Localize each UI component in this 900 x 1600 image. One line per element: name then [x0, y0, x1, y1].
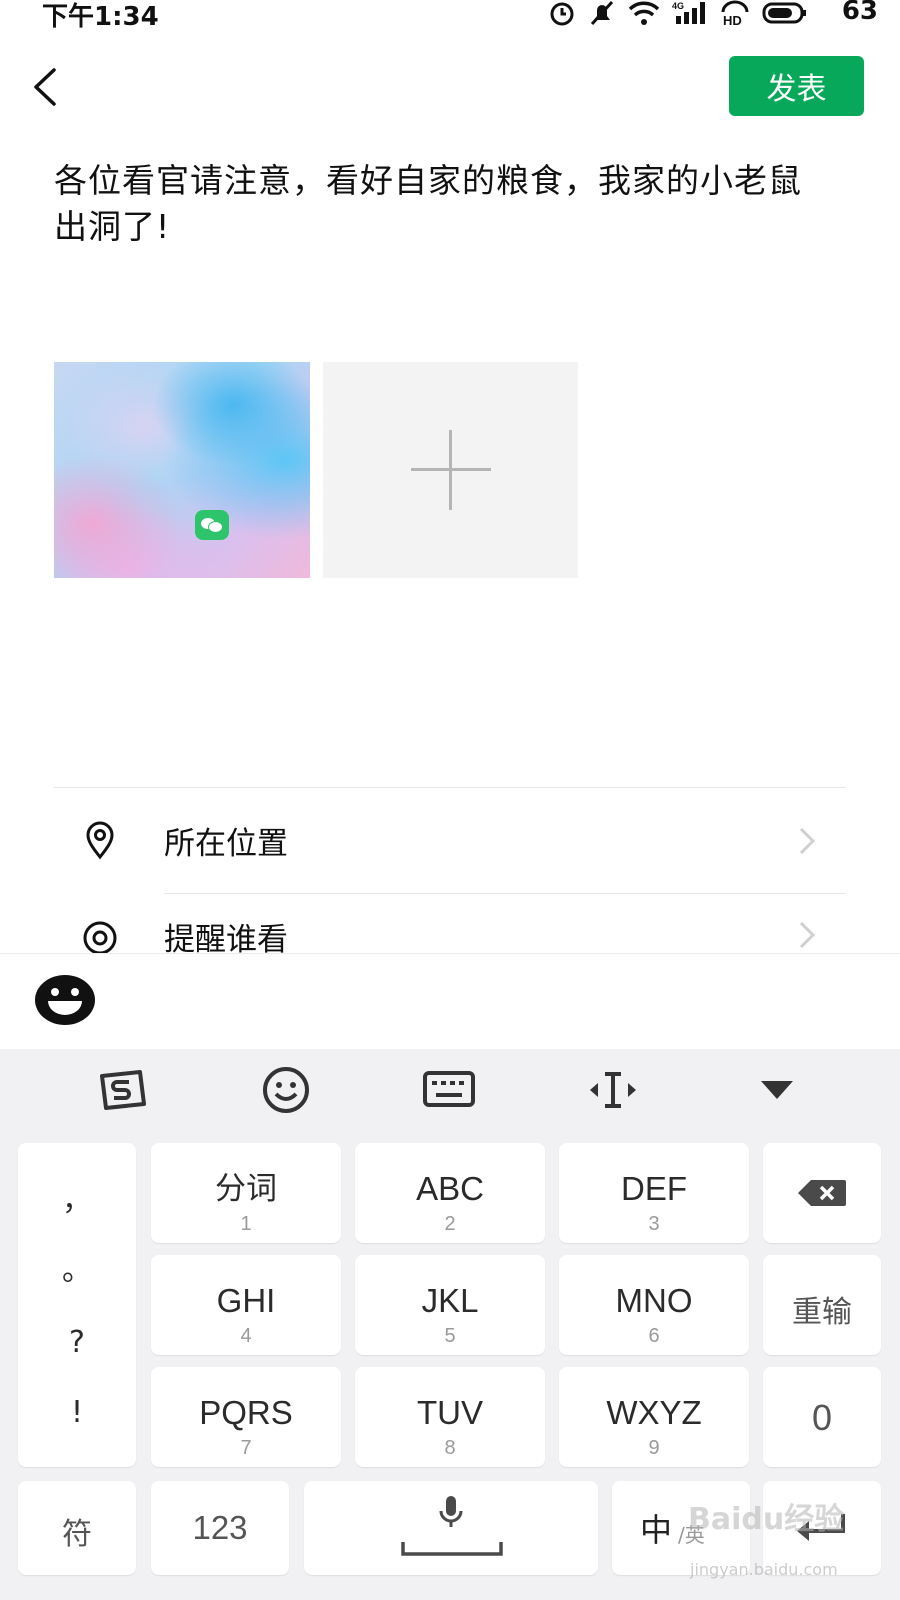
- key-label: 分词: [215, 1171, 277, 1207]
- key-digit: 4: [240, 1325, 252, 1347]
- network-label: 4G: [672, 1, 684, 11]
- location-pin-icon: [86, 821, 114, 860]
- key-digit: 1: [240, 1213, 252, 1235]
- key-digit: 3: [648, 1213, 660, 1235]
- hd-call-icon: HD: [721, 0, 749, 26]
- key-9[interactable]: WXYZ 9: [559, 1367, 749, 1467]
- key-digit: 2: [444, 1213, 456, 1235]
- signal-4g-icon: 4G: [672, 1, 705, 24]
- key-label: PQRS: [199, 1394, 293, 1431]
- zero-label: 0: [811, 1397, 833, 1438]
- key-digit: 8: [444, 1437, 456, 1459]
- symbol-label: 符: [62, 1517, 92, 1552]
- key-digit: 5: [444, 1325, 456, 1347]
- key-label: ABC: [416, 1170, 484, 1207]
- smiley-icon[interactable]: [256, 1065, 316, 1115]
- mute-bell-icon: [590, 0, 614, 26]
- punct-period-key[interactable]: 。: [18, 1241, 136, 1301]
- status-bar: 下午1:34 4G HD 63: [0, 0, 900, 32]
- key-digit: 6: [648, 1325, 660, 1347]
- at-sign-icon: [83, 921, 117, 954]
- language-main-label: 中: [640, 1511, 673, 1549]
- key-3[interactable]: DEF 3: [559, 1143, 749, 1243]
- punctuation-column: ， 。 ? !: [18, 1143, 136, 1467]
- space-bar-icon: [401, 1542, 503, 1556]
- wallpaper-image: [54, 362, 310, 578]
- watermark-url: jingyan.baidu.com: [690, 1560, 838, 1579]
- status-time: 下午1:34: [42, 2, 159, 32]
- space-key[interactable]: [304, 1481, 598, 1575]
- chevron-right-icon: [799, 827, 816, 855]
- reenter-label: 重输: [792, 1295, 852, 1330]
- wechat-app-icon: [195, 510, 229, 540]
- media-thumbnail[interactable]: [54, 362, 310, 578]
- chevron-left-icon: [34, 68, 56, 106]
- location-row[interactable]: 所在位置: [54, 788, 846, 894]
- mention-label: 提醒谁看: [164, 922, 288, 954]
- publish-button[interactable]: 发表: [729, 56, 864, 116]
- microphone-icon: [439, 1496, 463, 1527]
- key-digit: 9: [648, 1437, 660, 1459]
- sogou-logo-icon[interactable]: [92, 1065, 152, 1115]
- mention-row[interactable]: 提醒谁看: [54, 894, 846, 954]
- key-7[interactable]: PQRS 7: [151, 1367, 341, 1467]
- alarm-icon: [550, 2, 574, 26]
- location-label: 所在位置: [164, 826, 288, 862]
- key-4[interactable]: GHI 4: [151, 1255, 341, 1355]
- number-mode-key[interactable]: 123: [151, 1481, 289, 1575]
- key-8[interactable]: TUV 8: [355, 1367, 545, 1467]
- key-0[interactable]: 0: [763, 1367, 881, 1467]
- status-icons: 4G HD: [548, 0, 808, 26]
- add-photo-button[interactable]: [323, 362, 578, 578]
- symbol-key[interactable]: 符: [18, 1481, 136, 1575]
- key-label: JKL: [421, 1282, 479, 1319]
- backspace-key[interactable]: [763, 1143, 881, 1243]
- emoji-face-icon[interactable]: [34, 974, 96, 1026]
- key-label: GHI: [216, 1282, 276, 1319]
- key-label: MNO: [615, 1282, 693, 1319]
- wifi-icon: [628, 1, 660, 25]
- key-2[interactable]: ABC 2: [355, 1143, 545, 1243]
- key-label: WXYZ: [606, 1394, 702, 1431]
- battery-icon: [762, 2, 806, 24]
- emoji-bar: [0, 953, 900, 1049]
- punct-comma-key[interactable]: ，: [18, 1171, 136, 1231]
- post-text-input[interactable]: 各位看官请注意，看好自家的粮食，我家的小老鼠出洞了!: [54, 158, 814, 250]
- reenter-key[interactable]: 重输: [763, 1255, 881, 1355]
- key-label: TUV: [417, 1394, 483, 1431]
- backspace-icon: [798, 1180, 846, 1206]
- punct-question-key[interactable]: ?: [18, 1313, 136, 1373]
- key-digit: 7: [240, 1437, 252, 1459]
- hd-label: HD: [723, 13, 742, 26]
- cursor-move-icon[interactable]: [583, 1065, 643, 1115]
- number-mode-label: 123: [192, 1509, 248, 1546]
- key-label: DEF: [621, 1170, 687, 1207]
- chevron-right-icon: [799, 921, 816, 949]
- key-1[interactable]: 分词 1: [151, 1143, 341, 1243]
- watermark: Baidu经验: [688, 1502, 845, 1537]
- collapse-triangle-icon[interactable]: [747, 1065, 807, 1115]
- battery-level: 63: [841, 0, 878, 26]
- keyboard-icon[interactable]: [419, 1065, 479, 1115]
- key-5[interactable]: JKL 5: [355, 1255, 545, 1355]
- punct-exclaim-key[interactable]: !: [18, 1383, 136, 1443]
- key-6[interactable]: MNO 6: [559, 1255, 749, 1355]
- keyboard-toolbar: [0, 1049, 900, 1133]
- back-button[interactable]: [26, 62, 66, 112]
